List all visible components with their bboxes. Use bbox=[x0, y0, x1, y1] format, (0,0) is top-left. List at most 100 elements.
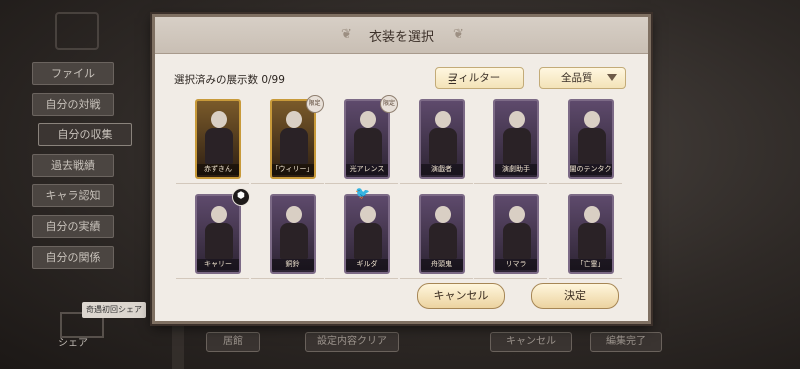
cancel-button[interactable]: キャンセル bbox=[417, 283, 505, 309]
skin-badge-icon: ⬢ bbox=[232, 188, 250, 206]
character-body-icon bbox=[428, 223, 457, 259]
character-body-icon bbox=[577, 223, 606, 259]
bird-accessory-icon: 🐦 bbox=[355, 186, 370, 200]
character-portrait-icon bbox=[434, 206, 451, 223]
costume-cell[interactable]: 演戯者 bbox=[399, 97, 473, 184]
costume-card[interactable]: 銅鈴 bbox=[269, 194, 316, 274]
character-portrait-icon bbox=[360, 206, 376, 223]
background-residence-button: 居館 bbox=[206, 332, 260, 352]
costume-grid: 赤ずきん 「ウィリー」 限定光アレンス 限定演戯者 演劇助手 闇のテンタクルキャリー ⬢ 銅鈴… bbox=[176, 95, 624, 287]
character-body-icon bbox=[354, 128, 382, 164]
costume-name: 「亡霊」 bbox=[569, 259, 612, 270]
costume-cell[interactable]: リマラ bbox=[474, 192, 547, 279]
sidebar-item-relations[interactable]: 自分の関係 bbox=[32, 245, 114, 269]
sidebar-item-past-record[interactable]: 過去戦績 bbox=[32, 153, 114, 177]
costume-card[interactable]: 演戯者 bbox=[418, 99, 465, 179]
cell-divider bbox=[176, 183, 249, 184]
character-body-icon bbox=[205, 223, 233, 259]
costume-card[interactable]: 闇のテンタクル bbox=[567, 99, 614, 179]
costume-name: 闇のテンタクル bbox=[569, 164, 614, 175]
selected-count: 選択済みの展示数 0/99 bbox=[174, 74, 285, 86]
dialog-title: 衣装を選択 bbox=[368, 30, 434, 45]
limited-badge-icon: 限定 bbox=[305, 95, 324, 113]
cell-divider bbox=[176, 278, 249, 279]
limited-badge-icon: 限定 bbox=[380, 95, 398, 113]
cell-divider bbox=[399, 183, 473, 184]
costume-name: 演戯者 bbox=[420, 164, 463, 175]
sidebar-item-character-recognition[interactable]: キャラ認知 bbox=[32, 184, 114, 208]
character-body-icon bbox=[354, 223, 382, 259]
character-body-icon bbox=[279, 128, 308, 164]
list-icon: ☰ bbox=[448, 76, 457, 87]
costume-name: 赤ずきん bbox=[197, 164, 239, 175]
costume-cell[interactable]: 「亡霊」 bbox=[548, 192, 622, 279]
character-portrait-icon bbox=[583, 111, 600, 128]
sidebar-item-my-matches[interactable]: 自分の対戦 bbox=[32, 92, 114, 116]
character-portrait-icon bbox=[285, 206, 302, 223]
character-body-icon bbox=[279, 223, 308, 259]
confirm-button[interactable]: 決定 bbox=[531, 283, 619, 309]
costume-card[interactable]: 「亡霊」 bbox=[567, 194, 614, 274]
cell-divider bbox=[474, 278, 547, 279]
character-portrait-icon bbox=[285, 111, 302, 128]
home-logo-icon[interactable] bbox=[55, 12, 99, 50]
character-portrait-icon bbox=[360, 111, 376, 128]
character-portrait-icon bbox=[583, 206, 600, 223]
costume-card[interactable]: ギルダ bbox=[344, 194, 390, 274]
share-tooltip: 奇遇初回シェア bbox=[82, 302, 146, 318]
character-body-icon bbox=[205, 128, 233, 164]
costume-name: 舟頭鬼 bbox=[420, 259, 463, 270]
costume-cell[interactable]: 舟頭鬼 bbox=[399, 192, 473, 279]
cell-divider bbox=[250, 278, 324, 279]
costume-cell[interactable]: 闇のテンタクル bbox=[548, 97, 622, 184]
filter-button[interactable]: フィルター ☰ bbox=[435, 67, 524, 89]
leaf-ornament-icon: ❦ bbox=[453, 27, 464, 42]
costume-card[interactable]: リマラ bbox=[493, 194, 539, 274]
costume-card[interactable]: 舟頭鬼 bbox=[418, 194, 465, 274]
costume-card[interactable]: 演劇助手 bbox=[493, 99, 539, 179]
costume-name: キャリー bbox=[197, 259, 239, 270]
character-body-icon bbox=[577, 128, 606, 164]
background-cancel-button: キャンセル bbox=[490, 332, 572, 352]
cell-divider bbox=[399, 278, 473, 279]
character-body-icon bbox=[503, 223, 531, 259]
character-body-icon bbox=[428, 128, 457, 164]
costume-name: 「ウィリー」 bbox=[271, 164, 314, 175]
costume-cell[interactable]: 演劇助手 bbox=[474, 97, 547, 184]
character-body-icon bbox=[503, 128, 531, 164]
background-clear-button: 設定内容クリア bbox=[305, 332, 399, 352]
costume-name: 銅鈴 bbox=[271, 259, 314, 270]
costume-cell[interactable]: ギルダ 🐦 bbox=[325, 186, 398, 279]
sidebar-item-my-collection[interactable]: 自分の収集 bbox=[38, 123, 132, 147]
quality-value: 全品質 bbox=[561, 72, 593, 84]
sidebar: ファイル 自分の対戦 自分の収集 過去戦績 キャラ認知 自分の実績 自分の関係 bbox=[32, 62, 132, 276]
costume-select-dialog: ❦ 衣装を選択 ❦ 選択済みの展示数 0/99 フィルター ☰ 全品質 赤ずきん… bbox=[152, 14, 651, 324]
costume-card[interactable]: 赤ずきん bbox=[195, 99, 241, 179]
costume-cell[interactable]: 「ウィリー」 限定 bbox=[250, 95, 324, 184]
background-done-button: 編集完了 bbox=[590, 332, 662, 352]
dialog-header: ❦ 衣装を選択 ❦ bbox=[155, 17, 648, 54]
share-label[interactable]: シェア bbox=[58, 334, 88, 349]
cell-divider bbox=[325, 278, 398, 279]
costume-cell[interactable]: キャリー ⬢ bbox=[176, 188, 250, 279]
chevron-down-icon bbox=[607, 74, 617, 81]
character-portrait-icon bbox=[509, 206, 525, 223]
quality-dropdown[interactable]: 全品質 bbox=[539, 67, 626, 89]
cell-divider bbox=[325, 183, 398, 184]
character-portrait-icon bbox=[211, 111, 227, 128]
costume-cell[interactable]: 光アレンス 限定 bbox=[325, 95, 398, 184]
character-portrait-icon bbox=[434, 111, 451, 128]
costume-name: 演劇助手 bbox=[495, 164, 537, 175]
costume-cell[interactable]: 赤ずきん bbox=[176, 97, 249, 184]
character-portrait-icon bbox=[211, 206, 227, 223]
costume-card[interactable]: キャリー bbox=[195, 194, 241, 274]
cell-divider bbox=[250, 183, 324, 184]
costume-cell[interactable]: 銅鈴 bbox=[250, 192, 324, 279]
costume-name: ギルダ bbox=[346, 259, 388, 270]
sidebar-item-achievements[interactable]: 自分の実績 bbox=[32, 214, 114, 238]
cell-divider bbox=[548, 278, 622, 279]
sidebar-item-file[interactable]: ファイル bbox=[32, 62, 114, 85]
character-portrait-icon bbox=[509, 111, 525, 128]
cell-divider bbox=[474, 183, 547, 184]
costume-name: 光アレンス bbox=[346, 164, 388, 175]
